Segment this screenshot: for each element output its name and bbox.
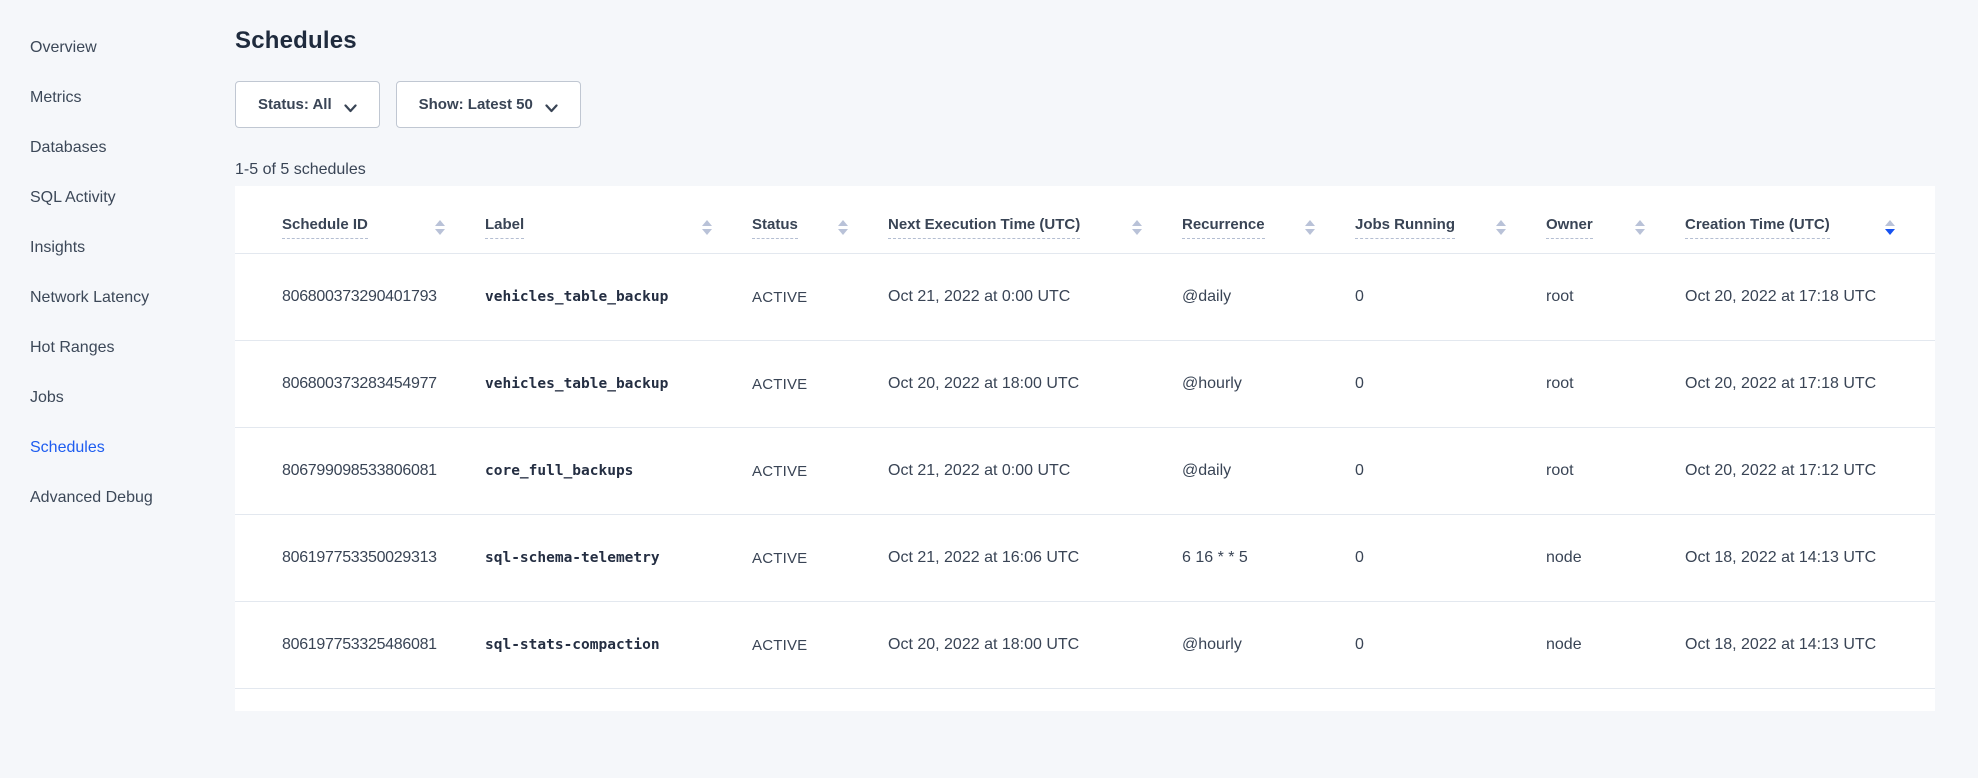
schedule-id-cell: 806800373290401793: [235, 254, 485, 341]
table-row: 806799098533806081 core_full_backups ACT…: [235, 428, 1935, 515]
column-label[interactable]: Label: [485, 216, 524, 239]
jobs-running-cell: 0: [1355, 602, 1546, 689]
schedule-label-cell: core_full_backups: [485, 428, 752, 515]
column-label[interactable]: Schedule ID: [282, 216, 368, 239]
recurrence-cell: @hourly: [1182, 602, 1355, 689]
sidebar-item-insights[interactable]: Insights: [0, 223, 235, 273]
schedule-id-cell: 806197753350029313: [235, 515, 485, 602]
sidebar-item-metrics[interactable]: Metrics: [0, 73, 235, 123]
column-label[interactable]: Owner: [1546, 216, 1593, 239]
sort-arrows-icon[interactable]: [1496, 220, 1506, 235]
table-row: 806800373283454977 vehicles_table_backup…: [235, 341, 1935, 428]
column-header-label[interactable]: Label: [485, 186, 752, 254]
sidebar-item-network-latency[interactable]: Network Latency: [0, 273, 235, 323]
column-header-status[interactable]: Status: [752, 186, 888, 254]
column-label[interactable]: Recurrence: [1182, 216, 1265, 239]
schedules-table-card: Schedule ID Label Status Next Execution …: [235, 186, 1935, 711]
status-cell: ACTIVE: [752, 341, 888, 428]
show-filter-label: Show: Latest 50: [419, 96, 533, 113]
status-cell: ACTIVE: [752, 254, 888, 341]
column-header-recurrence[interactable]: Recurrence: [1182, 186, 1355, 254]
creation-time-cell: Oct 20, 2022 at 17:18 UTC: [1685, 341, 1935, 428]
chevron-down-icon: [545, 100, 558, 109]
creation-time-cell: Oct 20, 2022 at 17:12 UTC: [1685, 428, 1935, 515]
jobs-running-cell: 0: [1355, 428, 1546, 515]
next-execution-cell: Oct 21, 2022 at 0:00 UTC: [888, 254, 1182, 341]
column-label[interactable]: Creation Time (UTC): [1685, 216, 1830, 239]
column-label[interactable]: Status: [752, 216, 798, 239]
next-execution-cell: Oct 21, 2022 at 0:00 UTC: [888, 428, 1182, 515]
column-header-jobs-running[interactable]: Jobs Running: [1355, 186, 1546, 254]
owner-cell: node: [1546, 515, 1685, 602]
recurrence-cell: @daily: [1182, 428, 1355, 515]
next-execution-cell: Oct 20, 2022 at 18:00 UTC: [888, 602, 1182, 689]
column-header-next-execution-time[interactable]: Next Execution Time (UTC): [888, 186, 1182, 254]
status-filter-label: Status: All: [258, 96, 332, 113]
schedule-id-cell: 806799098533806081: [235, 428, 485, 515]
main-content: Schedules Status: All Show: Latest 50 1-…: [235, 0, 1978, 711]
sort-arrows-icon[interactable]: [1635, 220, 1645, 235]
table-header-row: Schedule ID Label Status Next Execution …: [235, 186, 1935, 254]
sidebar: Overview Metrics Databases SQL Activity …: [0, 0, 235, 778]
column-label[interactable]: Next Execution Time (UTC): [888, 216, 1080, 239]
next-execution-cell: Oct 20, 2022 at 18:00 UTC: [888, 341, 1182, 428]
filter-bar: Status: All Show: Latest 50: [235, 81, 1978, 128]
sort-arrows-icon[interactable]: [1305, 220, 1315, 235]
next-execution-cell: Oct 21, 2022 at 16:06 UTC: [888, 515, 1182, 602]
sort-arrows-icon[interactable]: [702, 220, 712, 235]
schedules-table: Schedule ID Label Status Next Execution …: [235, 186, 1935, 689]
show-filter-dropdown[interactable]: Show: Latest 50: [396, 81, 581, 128]
recurrence-cell: @hourly: [1182, 341, 1355, 428]
sort-arrows-icon[interactable]: [838, 220, 848, 235]
status-filter-dropdown[interactable]: Status: All: [235, 81, 380, 128]
schedule-label-cell: sql-schema-telemetry: [485, 515, 752, 602]
sort-arrows-icon[interactable]: [1885, 220, 1895, 235]
creation-time-cell: Oct 20, 2022 at 17:18 UTC: [1685, 254, 1935, 341]
schedule-label-cell: vehicles_table_backup: [485, 341, 752, 428]
schedule-id-cell: 806197753325486081: [235, 602, 485, 689]
jobs-running-cell: 0: [1355, 515, 1546, 602]
sidebar-item-advanced-debug[interactable]: Advanced Debug: [0, 473, 235, 523]
schedule-id-cell: 806800373283454977: [235, 341, 485, 428]
table-row: 806197753350029313 sql-schema-telemetry …: [235, 515, 1935, 602]
results-summary: 1-5 of 5 schedules: [235, 161, 1978, 179]
sidebar-item-databases[interactable]: Databases: [0, 123, 235, 173]
recurrence-cell: 6 16 * * 5: [1182, 515, 1355, 602]
sidebar-item-jobs[interactable]: Jobs: [0, 373, 235, 423]
owner-cell: root: [1546, 428, 1685, 515]
table-row: 806197753325486081 sql-stats-compaction …: [235, 602, 1935, 689]
schedule-label-cell: vehicles_table_backup: [485, 254, 752, 341]
owner-cell: node: [1546, 602, 1685, 689]
chevron-down-icon: [344, 100, 357, 109]
owner-cell: root: [1546, 341, 1685, 428]
jobs-running-cell: 0: [1355, 254, 1546, 341]
sidebar-item-sql-activity[interactable]: SQL Activity: [0, 173, 235, 223]
page-title: Schedules: [235, 26, 1978, 56]
table-row: 806800373290401793 vehicles_table_backup…: [235, 254, 1935, 341]
jobs-running-cell: 0: [1355, 341, 1546, 428]
column-header-owner[interactable]: Owner: [1546, 186, 1685, 254]
status-cell: ACTIVE: [752, 515, 888, 602]
sidebar-item-overview[interactable]: Overview: [0, 23, 235, 73]
creation-time-cell: Oct 18, 2022 at 14:13 UTC: [1685, 602, 1935, 689]
status-cell: ACTIVE: [752, 428, 888, 515]
column-label[interactable]: Jobs Running: [1355, 216, 1455, 239]
column-header-creation-time[interactable]: Creation Time (UTC): [1685, 186, 1935, 254]
column-header-schedule-id[interactable]: Schedule ID: [235, 186, 485, 254]
recurrence-cell: @daily: [1182, 254, 1355, 341]
sidebar-item-schedules[interactable]: Schedules: [0, 423, 235, 473]
schedule-label-cell: sql-stats-compaction: [485, 602, 752, 689]
sort-arrows-icon[interactable]: [435, 220, 445, 235]
sort-arrows-icon[interactable]: [1132, 220, 1142, 235]
status-cell: ACTIVE: [752, 602, 888, 689]
sidebar-item-hot-ranges[interactable]: Hot Ranges: [0, 323, 235, 373]
owner-cell: root: [1546, 254, 1685, 341]
creation-time-cell: Oct 18, 2022 at 14:13 UTC: [1685, 515, 1935, 602]
